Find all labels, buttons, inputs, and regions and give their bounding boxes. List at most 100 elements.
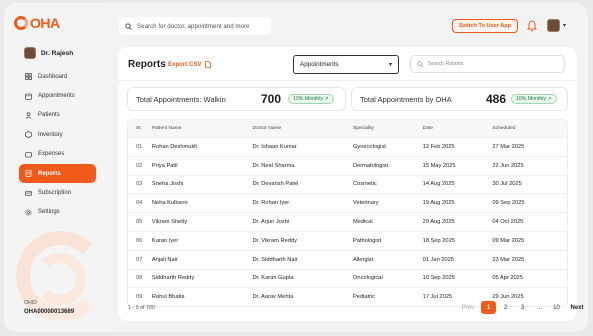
inventory-icon — [25, 131, 32, 139]
file-icon — [204, 61, 211, 68]
subscription-icon — [25, 190, 32, 196]
pagination: Prev 1 2 3 ... 10 Next — [457, 301, 588, 314]
report-type-select[interactable]: Appointments ▾ — [293, 55, 399, 74]
page-button-2[interactable]: 2 — [498, 301, 513, 314]
stat-value: 486 — [486, 92, 507, 106]
search-reports-placeholder: Search Reports — [428, 61, 464, 67]
table-header: Sr. Patient Name Doctor Name Speciality … — [128, 120, 567, 137]
sidebar-item-expenses[interactable]: Expenses — [19, 145, 96, 164]
cell-date: 18 Sep 2025 — [422, 237, 455, 244]
cell-speciality: Allergist — [352, 256, 374, 263]
cell-sr: 07 — [136, 256, 143, 263]
sidebar-item-label: Patients — [38, 112, 60, 119]
column-header[interactable]: Date — [423, 126, 493, 131]
cell-date: 10 Sep 2025 — [422, 275, 455, 282]
search-icon — [417, 61, 423, 67]
sidebar-item-appointments[interactable]: Appointments — [19, 86, 96, 105]
page-ellipsis: ... — [536, 304, 542, 311]
cell-speciality: Dermatologist — [352, 162, 389, 169]
cell-patient: Rahul Bhatia — [151, 294, 185, 301]
global-search-placeholder: Search for doctor, appointment and more — [137, 22, 250, 30]
sidebar-item-label: Settings — [38, 209, 60, 216]
switch-to-user-app-button[interactable]: Switch To User App — [452, 19, 518, 33]
report-type-value: Appointments — [300, 61, 339, 68]
cell-date: 29 Aug 2025 — [422, 219, 455, 226]
cell-doctor: Dr. Ishaan Kumar — [252, 143, 297, 150]
column-header[interactable]: Patient Name — [152, 126, 253, 131]
column-header[interactable]: Sr. — [128, 126, 152, 131]
stat-label: Total Appointments by OHA — [360, 94, 452, 104]
stat-card-oha: Total Appointments by OHA 486 10% Monthl… — [351, 87, 568, 111]
logo[interactable]: OHA — [14, 15, 60, 31]
table-row[interactable]: 07 Anjali Nair Dr. Siddharth Nair Allerg… — [128, 249, 567, 269]
cell-patient: Sneha Joshi — [151, 181, 184, 188]
sidebar-item-reports[interactable]: Reports — [19, 163, 96, 184]
sidebar-item-patients[interactable]: Patients — [19, 106, 96, 125]
prev-page-button[interactable]: Prev — [457, 301, 479, 314]
cell-scheduled: 27 Mar 2025 — [492, 143, 525, 150]
page-title: Reports — [128, 59, 166, 70]
cell-doctor: Dr. Arjun Joshi — [252, 219, 290, 226]
app-window: OHA Dr. Rajesh Dashboard Appointments Pa… — [4, 3, 588, 332]
ohid-value: OHA00000013689 — [24, 309, 75, 315]
cell-sr: 09 — [136, 294, 143, 301]
ohid-label: OHID — [24, 300, 37, 306]
cell-patient: Priya Patil — [151, 162, 178, 169]
column-header[interactable]: Scheduled — [492, 126, 567, 131]
cell-scheduled: 22 Jun 2025 — [492, 162, 524, 169]
sidebar-item-inventory[interactable]: Inventory — [19, 125, 96, 144]
table-row[interactable]: 06 Karan Iyer Dr. Vikram Reddy Pathologi… — [128, 230, 567, 250]
cell-patient: Siddharth Reddy — [151, 275, 195, 282]
logo-text: OHA — [30, 15, 60, 31]
cell-scheduled: 29 Jun 2025 — [492, 294, 524, 301]
page-button-1[interactable]: 1 — [481, 301, 496, 314]
cell-scheduled: 09 Sep 2025 — [492, 200, 525, 207]
table-row[interactable]: 04 Neha Kulkarni Dr. Rohan Iyer Veterina… — [128, 193, 567, 212]
calendar-icon — [25, 93, 32, 100]
cell-patient: Neha Kulkarni — [151, 200, 188, 207]
reports-card: Reports Export CSV Appointments ▾ Search… — [118, 47, 584, 321]
table-row[interactable]: 01 Rohan Deshmukh Dr. Ishaan Kumar Gynec… — [128, 137, 567, 156]
cell-sr: 08 — [136, 275, 143, 282]
reports-icon — [25, 170, 32, 178]
cell-doctor: Dr. Rohan Iyer — [252, 200, 290, 207]
cell-sr: 01 — [136, 143, 143, 150]
cell-doctor: Dr. Vikram Reddy — [252, 237, 297, 244]
column-header[interactable]: Speciality — [353, 126, 423, 131]
table-row[interactable]: 05 Vikram Shetty Dr. Arjun Joshi Medical… — [128, 212, 567, 231]
cell-speciality: Cosmetic — [352, 181, 377, 188]
export-csv-button[interactable]: Export CSV — [168, 61, 211, 68]
chevron-down-icon[interactable]: ▾ — [563, 22, 566, 29]
cell-sr: 05 — [136, 219, 143, 226]
cell-patient: Karan Iyer — [151, 237, 179, 244]
page-button-3[interactable]: 3 — [515, 301, 530, 314]
column-header[interactable]: Doctor Name — [252, 126, 353, 131]
pagination-info: 1 - 9 of 700 — [128, 305, 155, 311]
stat-value: 700 — [261, 92, 282, 106]
sidebar-item-dashboard[interactable]: Dashboard — [19, 67, 96, 86]
table-row[interactable]: 03 Sneha Joshi Dr. Devansh Patel Cosmeti… — [128, 174, 567, 194]
cell-date: 15 May 2025 — [422, 162, 456, 169]
sidebar-item-label: Inventory — [38, 131, 63, 138]
top-avatar[interactable] — [547, 19, 560, 32]
sidebar-item-subscription[interactable]: Subscription — [19, 183, 96, 202]
search-reports-input[interactable]: Search Reports — [410, 55, 565, 73]
table-row[interactable]: 02 Priya Patil Dr. Neel Sharma Dermatolo… — [128, 155, 567, 175]
global-search-input[interactable]: Search for doctor, appointment and more — [119, 17, 271, 35]
page-button-10[interactable]: 10 — [549, 301, 564, 314]
gear-icon — [25, 209, 32, 216]
next-page-button[interactable]: Next — [566, 301, 588, 314]
cell-sr: 03 — [136, 181, 143, 188]
cell-patient: Vikram Shetty — [151, 219, 188, 226]
table-row[interactable]: 08 Siddharth Reddy Dr. Karan Gupta Oncol… — [128, 268, 567, 288]
bell-icon[interactable] — [527, 20, 537, 32]
cell-doctor: Dr. Aarav Mehta — [252, 294, 294, 301]
cell-scheduled: 04 Oct 2025 — [492, 219, 524, 226]
sidebar-item-label: Subscription — [38, 190, 72, 197]
chevron-down-icon: ▾ — [388, 62, 392, 68]
trend-badge: 10% Monthly ↗ — [288, 94, 334, 104]
user-profile[interactable]: Dr. Rajesh — [24, 47, 73, 59]
cell-date: 17 Jul 2025 — [422, 294, 453, 301]
sidebar-item-settings[interactable]: Settings — [19, 203, 96, 222]
search-icon — [125, 22, 132, 30]
